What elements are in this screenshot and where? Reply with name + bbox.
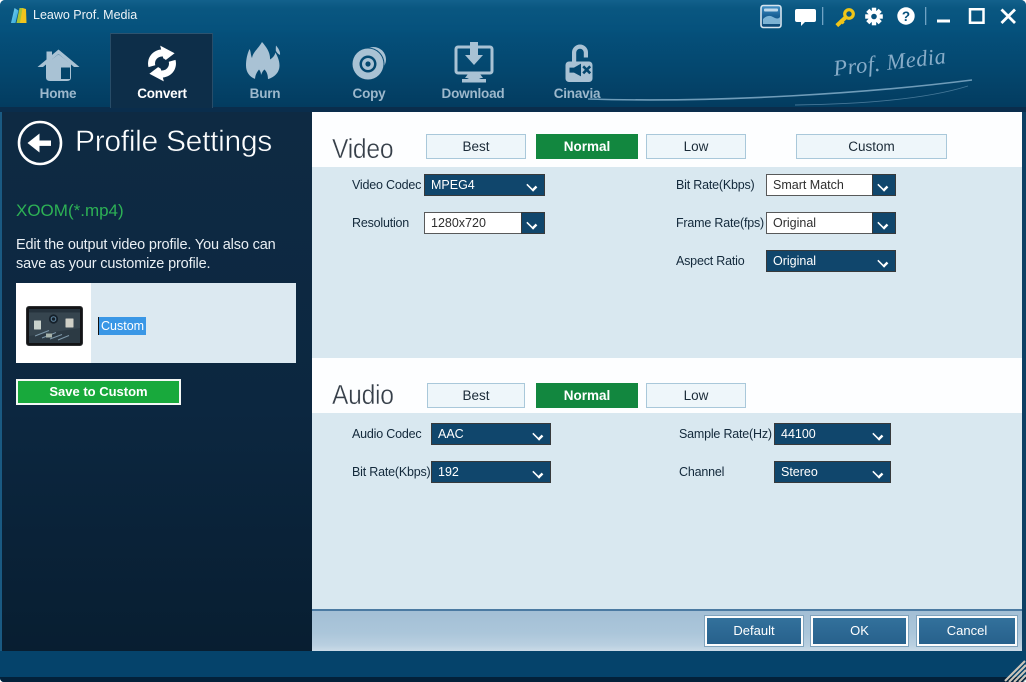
svg-text:?: ? [902,9,910,24]
